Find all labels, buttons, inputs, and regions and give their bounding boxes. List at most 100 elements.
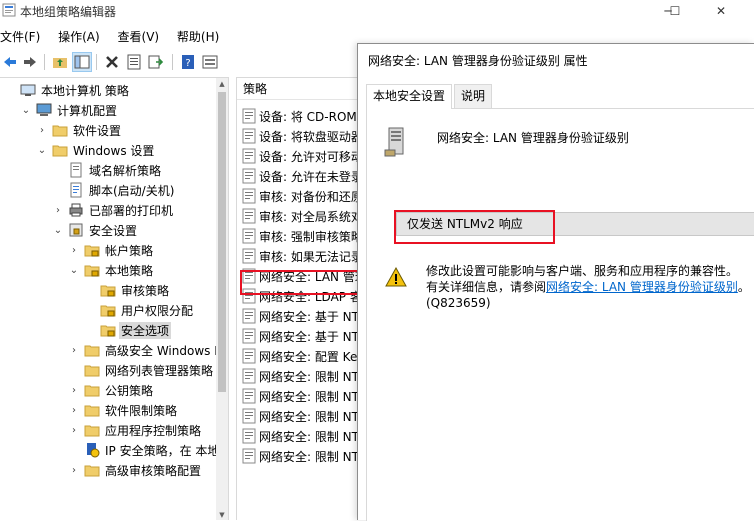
chevron-right-icon[interactable]: › (68, 244, 80, 256)
chevron-down-icon[interactable]: ⌄ (20, 104, 32, 116)
tab-local-security-setting[interactable]: 本地安全设置 (366, 84, 453, 109)
policy-setting-icon (242, 168, 256, 184)
tree-vertical-scrollbar[interactable]: ▲ ▼ (216, 78, 228, 520)
policy-list-item[interactable]: 网络安全: 限制 NT (241, 366, 359, 386)
tree-item-label: 网络列表管理器策略 (105, 363, 214, 378)
chevron-down-icon[interactable]: ⌄ (52, 224, 64, 236)
tree-item[interactable]: ⌄ Windows 设置 (36, 140, 156, 160)
chevron-right-icon[interactable]: › (36, 124, 48, 136)
ip-security-icon (87, 443, 100, 458)
export-list-button[interactable] (146, 52, 166, 72)
policy-list-item[interactable]: 网络安全: 基于 NT (241, 306, 359, 326)
policy-setting-icon (242, 348, 256, 364)
delete-button[interactable] (102, 52, 122, 72)
tree-item[interactable]: 本地计算机 策略 (4, 80, 131, 100)
tree-item[interactable]: IP 安全策略，在 本地计 (68, 440, 228, 460)
policy-list-item[interactable]: 设备: 允许对可移动 (241, 146, 363, 166)
policy-list-item[interactable]: 设备: 将软盘驱动器 (241, 126, 363, 146)
policy-list[interactable]: 策略 设备: 将 CD-ROM 设备: 将软盘驱动器 设备: 允许对可移动 设备: 允… (236, 77, 366, 520)
policy-list-item[interactable]: 网络安全: 限制 NT (241, 446, 359, 466)
tree-item[interactable]: ⌄ 计算机配置 (20, 100, 119, 120)
folder-icon (84, 465, 100, 477)
tree-item[interactable]: 安全选项 (84, 320, 172, 340)
chevron-down-icon[interactable]: ⌄ (68, 264, 80, 276)
policy-list-item[interactable]: 网络安全: 限制 NT (241, 406, 359, 426)
show-hide-tree-button[interactable] (72, 52, 92, 72)
script-icon (70, 182, 82, 198)
tree-item[interactable]: › 软件设置 (36, 120, 123, 140)
up-folder-button[interactable] (50, 52, 70, 72)
tree-item[interactable]: › 高级审核策略配置 (68, 460, 203, 480)
policy-list-item[interactable]: 网络安全: 配置 Ke (241, 346, 357, 366)
forward-button[interactable] (20, 52, 40, 72)
tree-item[interactable]: ⌄ 本地策略 (68, 260, 155, 280)
menu-file[interactable]: 文件(F) (0, 26, 40, 47)
policy-list-item-label: 网络安全: 限制 NT (259, 369, 359, 384)
toolbar: ? (0, 50, 360, 74)
tree-item[interactable]: › 公钥策略 (68, 380, 155, 400)
scroll-down-arrow-icon[interactable]: ▼ (216, 509, 228, 520)
tree-item-label: 应用程序控制策略 (105, 423, 202, 438)
policy-list-item-label: 审核: 对全局系统对 (259, 209, 363, 224)
warning-text-line1: 修改此设置可能影响与客户端、服务和应用程序的兼容性。 (426, 264, 739, 278)
folder-icon (84, 385, 100, 397)
tree-item[interactable]: › 高级安全 Windows De (68, 340, 229, 360)
filter-button[interactable] (200, 52, 220, 72)
policy-list-item[interactable]: 设备: 允许在未登录 (241, 166, 363, 186)
tree-item[interactable]: 域名解析策略 (52, 160, 163, 180)
tab-explain[interactable]: 说明 (454, 84, 493, 108)
chevron-right-icon[interactable]: › (68, 464, 80, 476)
tree-item[interactable]: ⌄ 安全设置 (52, 220, 139, 240)
menu-bar: 文件(F) 操作(A) 查看(V) 帮助(H) (0, 26, 233, 46)
security-icon (69, 223, 83, 237)
help-link[interactable]: 网络安全: LAN 管理器身份验证级别 (546, 280, 738, 294)
chevron-right-icon[interactable]: › (68, 424, 80, 436)
tree-item[interactable]: › 软件限制策略 (68, 400, 179, 420)
policy-list-item[interactable]: 审核: 对全局系统对 (241, 206, 363, 226)
chevron-right-icon[interactable]: › (52, 204, 64, 216)
menu-action[interactable]: 操作(A) (58, 26, 100, 47)
policy-list-item[interactable]: 网络安全: 限制 NT (241, 426, 359, 446)
tree-item[interactable]: › 帐户策略 (68, 240, 155, 260)
policy-list-item[interactable]: 设备: 将 CD-ROM (241, 106, 357, 126)
tree-item[interactable]: 用户权限分配 (84, 300, 195, 320)
menu-help[interactable]: 帮助(H) (177, 26, 219, 47)
chevron-right-icon[interactable]: › (68, 384, 80, 396)
close-button[interactable]: ✕ (698, 0, 744, 22)
chevron-right-icon[interactable]: › (68, 404, 80, 416)
help-button[interactable]: ? (178, 52, 198, 72)
properties-button[interactable] (124, 52, 144, 72)
policy-setting-icon (242, 448, 256, 464)
chevron-down-icon[interactable]: ⌄ (36, 144, 48, 156)
policy-name: 网络安全: LAN 管理器身份验证级别 (437, 131, 629, 145)
tree-item-label: 软件限制策略 (105, 403, 178, 418)
policy-list-item[interactable]: 审核: 对备份和还原 (241, 186, 363, 206)
menu-view[interactable]: 查看(V) (118, 26, 160, 47)
chevron-right-icon[interactable]: › (68, 344, 80, 356)
policy-list-item[interactable]: 审核: 强制审核策略 (241, 226, 363, 246)
tree-item[interactable]: › 已部署的打印机 (52, 200, 175, 220)
policy-setting-icon (242, 408, 256, 424)
policy-list-item[interactable]: 网络安全: 限制 NT (241, 386, 359, 406)
policy-list-item-label: 网络安全: 配置 Ke (259, 349, 358, 364)
scroll-up-arrow-icon[interactable]: ▲ (216, 78, 228, 90)
maximize-button[interactable]: ☐ (652, 0, 698, 22)
folder-lock-icon (84, 265, 100, 277)
column-header-policy[interactable]: 策略 (237, 78, 366, 100)
console-tree[interactable]: 本地计算机 策略 ⌄ 计算机配置 › 软件设置 ⌄ Windows 设置 域名解析策略 脚本(启… (0, 77, 229, 520)
scrollbar-thumb[interactable] (218, 92, 226, 392)
tree-item[interactable]: › 应用程序控制策略 (68, 420, 203, 440)
warning-text-end: 。 (737, 280, 750, 294)
warning-reference: (Q823659) (426, 296, 491, 310)
policy-list-item-label: 审核: 如果无法记录 (259, 249, 363, 264)
back-button[interactable] (0, 52, 20, 72)
tree-item[interactable]: 审核策略 (84, 280, 171, 300)
policy-list-item[interactable]: 审核: 如果无法记录 (241, 246, 363, 266)
tree-item[interactable]: 脚本(启动/关机) (52, 180, 176, 200)
folder-lock-icon (100, 325, 116, 337)
tree-item[interactable]: 网络列表管理器策略 (68, 360, 215, 380)
policy-list-item[interactable]: 网络安全: 基于 NT (241, 326, 359, 346)
tree-item-label: 高级安全 Windows De (105, 343, 229, 358)
